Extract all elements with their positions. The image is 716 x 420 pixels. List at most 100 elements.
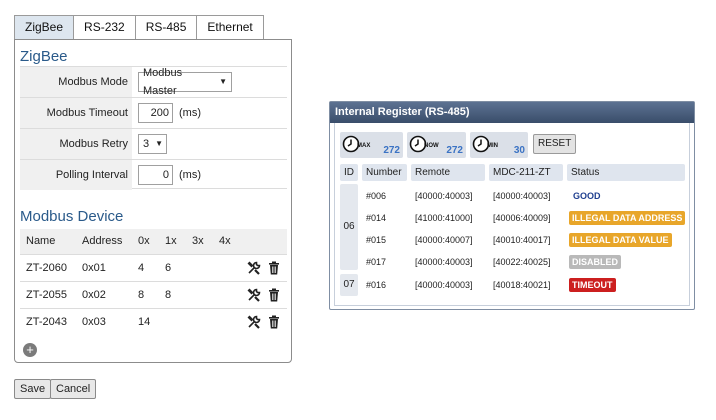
column-header-1x: 1x [159, 229, 186, 254]
device-name: ZT-2060 [20, 253, 76, 281]
tab-zigbee[interactable]: ZigBee [14, 15, 75, 40]
device-3x-count [186, 307, 213, 335]
device-address: 0x01 [76, 253, 132, 281]
device-name: ZT-2055 [20, 280, 76, 308]
trash-icon[interactable] [266, 260, 282, 276]
max-label: MAX [357, 143, 371, 149]
add-device-button[interactable]: + [23, 343, 37, 357]
chevron-down-icon: ▼ [155, 139, 164, 148]
modbus-mode-select[interactable]: Modbus Master ▼ [138, 67, 232, 97]
register-mdc: [40018:40021] [493, 280, 551, 290]
tab-rs485[interactable]: RS-485 [135, 15, 198, 40]
register-number: #016 [366, 280, 387, 290]
trash-icon[interactable] [266, 314, 282, 330]
status-badge: ILLEGAL DATA VALUE [569, 229, 672, 251]
cancel-button[interactable]: Cancel [50, 379, 97, 399]
modbus-retry-select[interactable]: 3 ▼ [138, 134, 167, 154]
device-0x-count: 14 [132, 307, 159, 335]
column-header-mdc: MDC-211-ZT [489, 164, 563, 181]
device-1x-count [159, 307, 186, 335]
window-title: Internal Register (RS-485) [330, 102, 694, 123]
register-number: #006 [366, 191, 387, 201]
device-actions [240, 307, 287, 335]
column-header-3x: 3x [186, 229, 213, 254]
status-illegal-address: ILLEGAL DATA ADDRESS [569, 211, 686, 225]
min-label: MIN [487, 143, 498, 149]
register-remote: [40000:40003] [415, 191, 473, 201]
max-counter: MAX 272 [340, 132, 403, 158]
column-header-status: Status [567, 164, 685, 181]
status-good: GOOD [573, 191, 601, 201]
status-timeout: TIMEOUT [569, 278, 616, 292]
wrench-icon[interactable] [246, 314, 262, 330]
status-badge: DISABLED [569, 251, 622, 273]
group-id: 06 [340, 184, 358, 270]
reset-button[interactable]: RESET [533, 134, 577, 154]
column-header-0x: 0x [132, 229, 159, 254]
register-mdc: [40000:40003] [493, 191, 551, 201]
register-number: #014 [366, 213, 387, 223]
wrench-icon[interactable] [246, 287, 262, 303]
device-3x-count [186, 253, 213, 281]
tab-ethernet[interactable]: Ethernet [197, 15, 264, 40]
device-address: 0x03 [76, 307, 132, 335]
modbus-mode-value: Modbus Master [143, 67, 183, 97]
modbus-retry-value: 3 [143, 138, 150, 150]
register-mdc: [40006:40009] [493, 213, 551, 223]
wrench-icon[interactable] [246, 260, 262, 276]
device-actions [240, 253, 287, 281]
column-header-id: ID [340, 164, 358, 181]
column-header-address: Address [76, 229, 132, 254]
trash-icon[interactable] [266, 287, 282, 303]
modbus-mode-row: Modbus Mode Modbus Master ▼ [20, 66, 287, 97]
device-1x-count: 8 [159, 280, 186, 308]
column-header-name: Name [20, 229, 76, 254]
device-1x-count: 6 [159, 253, 186, 281]
tab-rs232[interactable]: RS-232 [74, 15, 136, 40]
status-disabled: DISABLED [569, 255, 622, 269]
device-4x-count [213, 253, 240, 281]
device-address: 0x02 [76, 280, 132, 308]
zigbee-settings-panel: ZigBee Modbus Mode Modbus Master ▼ Modbu… [14, 39, 292, 363]
polling-interval-row: Polling Interval 0 (ms) [20, 159, 287, 190]
polling-interval-input[interactable]: 0 [138, 165, 173, 185]
register-mdc: [40022:40025] [493, 257, 551, 267]
status-badge: TIMEOUT [569, 274, 616, 296]
min-value: 30 [513, 145, 525, 156]
modbus-timeout-label: Modbus Timeout [20, 98, 132, 128]
register-number: #015 [366, 235, 387, 245]
column-header-4x: 4x [213, 229, 240, 254]
group-id: 07 [340, 274, 358, 296]
device-actions [240, 280, 287, 308]
polling-interval-label: Polling Interval [20, 160, 132, 190]
chevron-down-icon: ▼ [219, 77, 227, 86]
device-4x-count [213, 280, 240, 308]
status-badge: ILLEGAL DATA ADDRESS [569, 207, 686, 229]
register-remote: [41000:41000] [415, 213, 473, 223]
status-badge: GOOD [573, 185, 601, 207]
column-header-remote: Remote [411, 164, 485, 181]
polling-interval-unit: (ms) [179, 169, 201, 181]
register-remote: [40000:40003] [415, 257, 473, 267]
device-4x-count [213, 307, 240, 335]
modbus-retry-label: Modbus Retry [20, 129, 132, 159]
table-row: ZT-2055 0x02 8 8 [20, 280, 287, 308]
register-remote: [40000:40007] [415, 235, 473, 245]
modbus-timeout-unit: (ms) [179, 107, 201, 119]
modbus-timeout-input[interactable]: 200 [138, 103, 173, 123]
now-counter: NOW 272 [407, 132, 466, 158]
config-tabs: ZigBee RS-232 RS-485 Ethernet [14, 15, 264, 40]
modbus-timeout-row: Modbus Timeout 200 (ms) [20, 97, 287, 128]
register-number: #017 [366, 257, 387, 267]
zigbee-section-title: ZigBee [20, 48, 68, 65]
table-header-row: Name Address 0x 1x 3x 4x [20, 229, 287, 254]
max-value: 272 [383, 145, 400, 156]
device-3x-count [186, 280, 213, 308]
save-button[interactable]: Save [14, 379, 52, 399]
modbus-retry-row: Modbus Retry 3 ▼ [20, 128, 287, 159]
now-label: NOW [424, 143, 439, 149]
column-header-number: Number [362, 164, 407, 181]
register-body: MAX 272 NOW 272 MIN 30 RESET ID Number R… [334, 123, 690, 306]
register-mdc: [40010:40017] [493, 235, 551, 245]
table-row: ZT-2043 0x03 14 [20, 307, 287, 335]
